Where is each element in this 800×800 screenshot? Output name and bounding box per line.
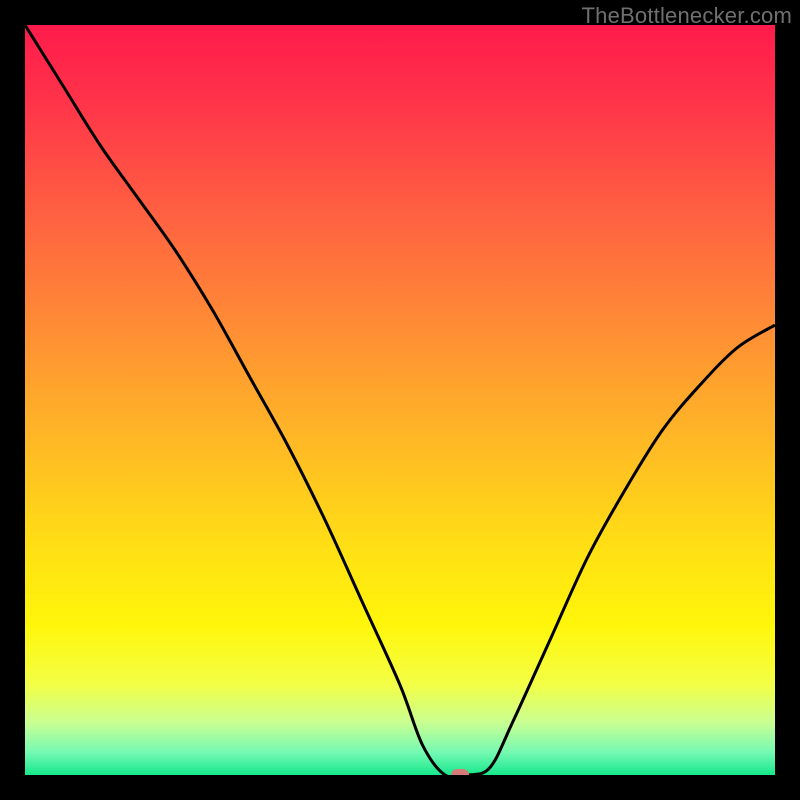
- watermark-text: TheBottlenecker.com: [582, 3, 792, 29]
- bottleneck-curve: [25, 25, 775, 775]
- optimal-point-marker: [451, 769, 469, 775]
- plot-area: [25, 25, 775, 775]
- chart-frame: TheBottlenecker.com: [0, 0, 800, 800]
- curve-layer: [25, 25, 775, 775]
